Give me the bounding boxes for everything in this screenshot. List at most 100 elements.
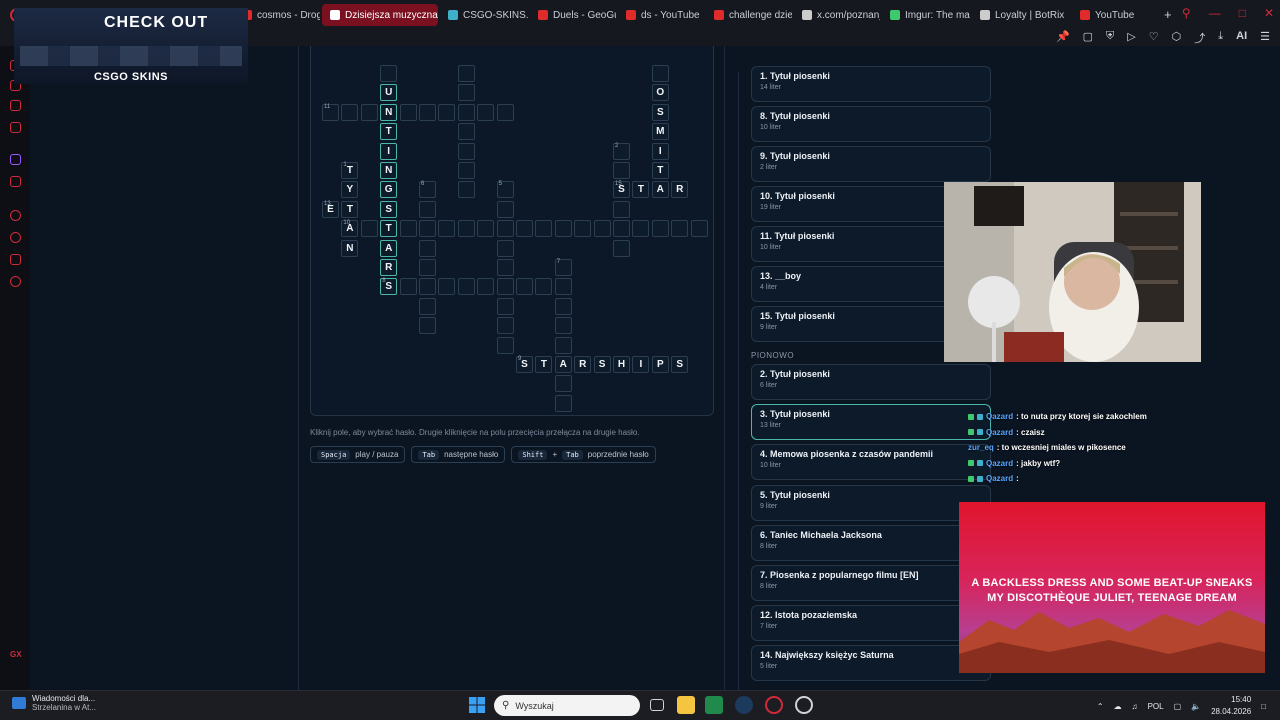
crossword-cell[interactable] (419, 259, 436, 276)
sidebar-mail-icon[interactable] (10, 122, 21, 133)
crossword-cell[interactable]: 2 (613, 142, 630, 160)
crossword-cell[interactable]: T1 (341, 162, 359, 179)
crossword-cell[interactable]: R (380, 259, 398, 276)
sidebar-history-icon[interactable] (10, 232, 21, 243)
crossword-cell[interactable] (496, 220, 514, 238)
crossword-cell[interactable] (419, 103, 436, 121)
crossword-cell[interactable] (651, 65, 669, 82)
crossword-cell[interactable] (574, 220, 592, 238)
crossword-cell[interactable]: 11 (322, 103, 339, 121)
crossword-cell[interactable]: 7 (554, 259, 572, 276)
news-widget[interactable]: Wiadomości dla... Strzelanina w At... (12, 694, 96, 712)
crossword-cell[interactable] (419, 317, 436, 335)
clue-item[interactable]: 9. Tytuł piosenki 2 liter (751, 146, 991, 182)
crossword-cell[interactable] (399, 278, 417, 296)
crossword-cell[interactable] (457, 181, 475, 199)
task-view-icon[interactable] (650, 699, 664, 711)
crossword-cell[interactable] (380, 65, 398, 82)
crossword-cell[interactable] (457, 142, 475, 160)
crossword-cell[interactable]: 6 (419, 181, 436, 199)
sidebar-player-icon[interactable] (10, 210, 21, 221)
crossword-cell[interactable] (554, 336, 572, 354)
screenshot-icon[interactable]: ▢ (1083, 30, 1093, 46)
crossword-cell[interactable] (360, 103, 378, 121)
search-tabs-icon[interactable]: ⚲ (1182, 6, 1191, 20)
share-icon[interactable]: ⤴ (1194, 30, 1205, 46)
crossword-cell[interactable]: Y (341, 181, 359, 199)
crossword-cell[interactable] (419, 278, 436, 296)
clue-item[interactable]: 14. Największy księżyc Saturna 5 liter (751, 645, 991, 682)
crossword-cell[interactable]: A 10 (341, 220, 359, 238)
crossword-cell[interactable] (496, 259, 514, 276)
crossword-cell[interactable] (496, 297, 514, 315)
crossword-cell[interactable] (457, 65, 475, 82)
crossword-cell[interactable]: R (574, 356, 592, 373)
windows-start-icon[interactable] (469, 697, 485, 713)
crossword-cell[interactable] (457, 103, 475, 121)
crossword-cell[interactable]: E 13 (322, 200, 339, 218)
taskbar-search[interactable]: ⚲ Wyszukaj (494, 695, 640, 716)
crossword-cell[interactable] (419, 200, 436, 218)
crossword-cell[interactable]: I (632, 356, 650, 373)
crossword-cell[interactable]: U (380, 84, 398, 102)
clock[interactable]: 15:40 28.04.2026 (1211, 694, 1251, 718)
crossword-cell[interactable] (477, 103, 495, 121)
crossword-cell[interactable] (419, 297, 436, 315)
crossword-cell[interactable]: N (341, 239, 359, 257)
tray-chevron-icon[interactable]: ⌃ (1097, 702, 1104, 711)
display-icon[interactable]: ▢ (1174, 702, 1182, 711)
sidebar-extension-icon[interactable] (10, 254, 21, 265)
crossword-cell[interactable] (535, 278, 553, 296)
crossword-cell[interactable] (477, 278, 495, 296)
notification-icon[interactable]: □ (1261, 702, 1266, 711)
crossword-cell[interactable] (399, 220, 417, 238)
crossword-cell[interactable] (516, 220, 533, 238)
crossword-cell[interactable] (554, 317, 572, 335)
crossword-cell[interactable] (613, 220, 630, 238)
crossword-cell[interactable]: I (651, 142, 669, 160)
browser-tab[interactable]: ds - YouTube (618, 4, 704, 26)
crossword-cell[interactable] (613, 200, 630, 218)
crossword-cell[interactable]: S (651, 103, 669, 121)
crossword-cell[interactable]: S9 (516, 356, 533, 373)
browser-tab[interactable]: Dzisiejsza muzyczna (322, 4, 438, 26)
crossword-cell[interactable] (554, 394, 572, 412)
ai-button[interactable]: AI (1236, 30, 1247, 46)
browser-tab[interactable]: Loyalty | BotRix (972, 4, 1070, 26)
crossword-cell[interactable]: 5 (496, 181, 514, 199)
settings-app-icon[interactable] (795, 696, 813, 714)
crossword-cell[interactable]: T (651, 162, 669, 179)
crossword-cell[interactable]: P (651, 356, 669, 373)
crossword-cell[interactable]: H (613, 356, 630, 373)
crossword-cell[interactable]: A (380, 239, 398, 257)
crossword-cell[interactable] (613, 162, 630, 179)
crossword-cell[interactable]: R (671, 181, 689, 199)
clue-item[interactable]: 2. Tytuł piosenki 6 liter (751, 364, 991, 400)
crossword-cell[interactable] (554, 375, 572, 393)
sidebar-settings-icon[interactable] (10, 276, 21, 287)
crossword-cell[interactable]: S (671, 356, 689, 373)
crossword-cell[interactable] (399, 103, 417, 121)
crossword-cell[interactable] (438, 220, 456, 238)
sidebar-youtube-icon[interactable] (10, 176, 21, 187)
clue-item[interactable]: 8. Tytuł piosenki 10 liter (751, 106, 991, 142)
crossword-cell[interactable]: G (380, 181, 398, 199)
crossword-cell[interactable] (438, 278, 456, 296)
clue-item[interactable]: 12. Istota pozaziemska 7 liter (751, 605, 991, 642)
volume-icon[interactable]: 🔈 (1191, 702, 1201, 711)
crossword-cell[interactable]: A (651, 181, 669, 199)
crossword-cell[interactable] (457, 123, 475, 141)
close-window-icon[interactable]: ✕ (1264, 6, 1274, 20)
crossword-cell[interactable] (496, 317, 514, 335)
crossword-cell[interactable] (419, 220, 436, 238)
pin-icon[interactable]: 📌 (1056, 30, 1070, 46)
crossword-cell[interactable]: T (632, 181, 650, 199)
clue-item[interactable]: 6. Taniec Michaela Jacksona 8 liter (751, 524, 991, 561)
crossword-cell[interactable]: N (380, 162, 398, 179)
minimize-icon[interactable]: — (1209, 6, 1221, 20)
crossword-cell[interactable]: A (554, 356, 572, 373)
extensions-icon[interactable]: ⬡ (1172, 30, 1182, 46)
crossword-cell[interactable] (613, 239, 630, 257)
crossword-cell[interactable] (438, 103, 456, 121)
crossword-cell[interactable] (554, 220, 572, 238)
